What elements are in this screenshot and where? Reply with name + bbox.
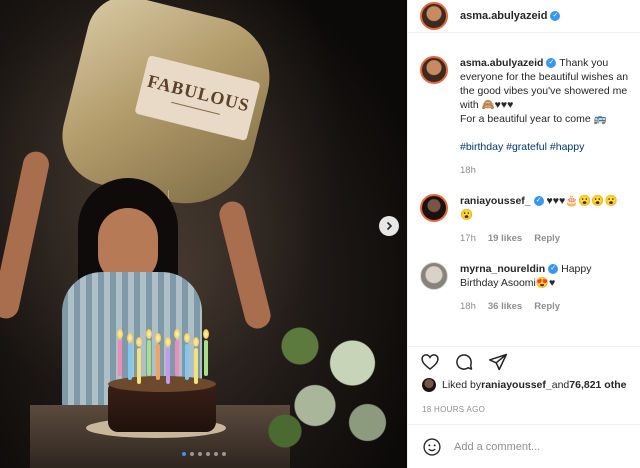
likes-prefix: Liked by: [442, 379, 482, 391]
post-header: asma.abulyazeid ✓: [408, 0, 640, 33]
comment-text: 😮: [460, 209, 474, 221]
candle-flame: [126, 333, 133, 343]
comment-text: Birthday Asoomi😍♥: [460, 277, 556, 289]
comment-text: ♥♥♥🎂😮😮😮: [546, 195, 618, 207]
avatar[interactable]: [420, 56, 448, 84]
post-side-panel: asma.abulyazeid ✓ asma.abulyazeid ✓ Thank…: [407, 0, 640, 468]
caption-line: Thank you: [559, 57, 609, 69]
cake-top: [108, 376, 216, 392]
comment-text: Happy: [561, 263, 592, 275]
comment-likes[interactable]: 36 likes: [488, 301, 522, 312]
likes-summary: Liked by raniayoussef_ and 76,821 othe: [422, 378, 626, 392]
candle: [146, 340, 151, 376]
avatar[interactable]: [420, 2, 448, 30]
candle: [127, 344, 132, 380]
avatar[interactable]: [422, 378, 436, 392]
candle: [118, 340, 122, 376]
add-comment-bar: [408, 424, 640, 468]
caption-line: For a beautiful year to come 🚌: [460, 113, 607, 125]
flower-bouquet: [255, 295, 405, 465]
candle-flame: [193, 337, 199, 347]
caption-line: everyone for the beautiful wishes an: [460, 71, 629, 83]
verified-badge-icon: ✓: [550, 11, 561, 21]
candle: [165, 348, 170, 384]
verified-badge-icon: ✓: [548, 264, 559, 275]
candle-flame: [174, 329, 180, 339]
chevron-right-icon: [386, 221, 393, 231]
carousel-dot: [182, 452, 186, 456]
candle: [156, 344, 160, 380]
comment-item: myrna_noureldin ✓ Happy Birthday Asoomi😍♥…: [420, 262, 631, 314]
avatar[interactable]: [420, 262, 448, 290]
add-comment-input[interactable]: [454, 440, 624, 453]
candle: [137, 348, 141, 384]
carousel-dot: [214, 452, 218, 456]
emoji-icon[interactable]: [422, 437, 442, 457]
comment-username[interactable]: myrna_noureldin: [460, 263, 545, 275]
heart-icon[interactable]: [420, 352, 440, 372]
candle-flame: [145, 329, 152, 339]
comments-list: asma.abulyazeid ✓ Thank you everyone for …: [408, 42, 640, 342]
caption-hashtags[interactable]: #birthday #grateful #happy: [460, 140, 628, 154]
comment-item: raniayoussef_ ✓ ♥♥♥🎂😮😮😮 😮 17h 19 likes Repl…: [420, 194, 631, 246]
comment-likes[interactable]: 19 likes: [488, 233, 522, 244]
comment-age[interactable]: 17h: [460, 233, 476, 244]
share-icon[interactable]: [488, 352, 508, 372]
verified-badge-icon: ✓: [546, 58, 557, 69]
candle: [175, 340, 179, 376]
post-username[interactable]: asma.abulyazeid: [460, 10, 547, 22]
caption-username[interactable]: asma.abulyazeid: [460, 57, 543, 69]
caption: asma.abulyazeid ✓ Thank you everyone for …: [420, 56, 631, 178]
candle: [184, 344, 189, 380]
avatar[interactable]: [420, 194, 448, 222]
candle-flame: [183, 333, 190, 343]
candle-flame: [164, 337, 171, 347]
candle-flame: [136, 337, 142, 347]
post-photo[interactable]: FABULOUS: [0, 0, 407, 468]
carousel-dots: [182, 452, 226, 456]
action-bar: [408, 346, 640, 376]
liked-by-user[interactable]: raniayoussef_: [481, 379, 552, 391]
caption-age[interactable]: 18h: [460, 165, 476, 176]
candle: [203, 340, 208, 376]
carousel-dot: [222, 452, 226, 456]
comment-username[interactable]: raniayoussef_: [460, 195, 531, 207]
reply-button[interactable]: Reply: [534, 301, 560, 312]
post-timestamp[interactable]: 18 HOURS AGO: [422, 405, 485, 414]
candle: [194, 348, 198, 384]
candle-flame: [155, 333, 161, 343]
candle-flame: [117, 329, 123, 339]
carousel-dot: [206, 452, 210, 456]
likes-others[interactable]: 76,821 othe: [569, 379, 626, 391]
carousel-next-button[interactable]: [379, 216, 399, 236]
reply-button[interactable]: Reply: [534, 233, 560, 244]
carousel-dot: [190, 452, 194, 456]
verified-badge-icon: ✓: [533, 196, 544, 207]
caption-line: the good vibes you've showered me: [460, 85, 628, 97]
comment-icon[interactable]: [454, 352, 474, 372]
comment-age[interactable]: 18h: [460, 301, 476, 312]
candle-flame: [202, 329, 209, 339]
likes-middle: and: [551, 379, 570, 391]
carousel-dot: [198, 452, 202, 456]
caption-line: with 🙈♥♥♥: [460, 99, 514, 111]
